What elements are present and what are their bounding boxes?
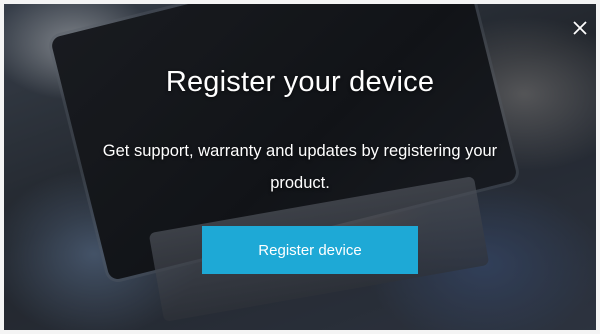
close-icon <box>573 21 587 35</box>
register-device-button[interactable]: Register device <box>202 226 418 274</box>
modal-description: Get support, warranty and updates by reg… <box>102 142 498 192</box>
modal-title: Register your device <box>165 66 435 98</box>
close-button[interactable] <box>570 18 590 38</box>
register-device-modal: Register your device Get support, warran… <box>4 4 596 330</box>
